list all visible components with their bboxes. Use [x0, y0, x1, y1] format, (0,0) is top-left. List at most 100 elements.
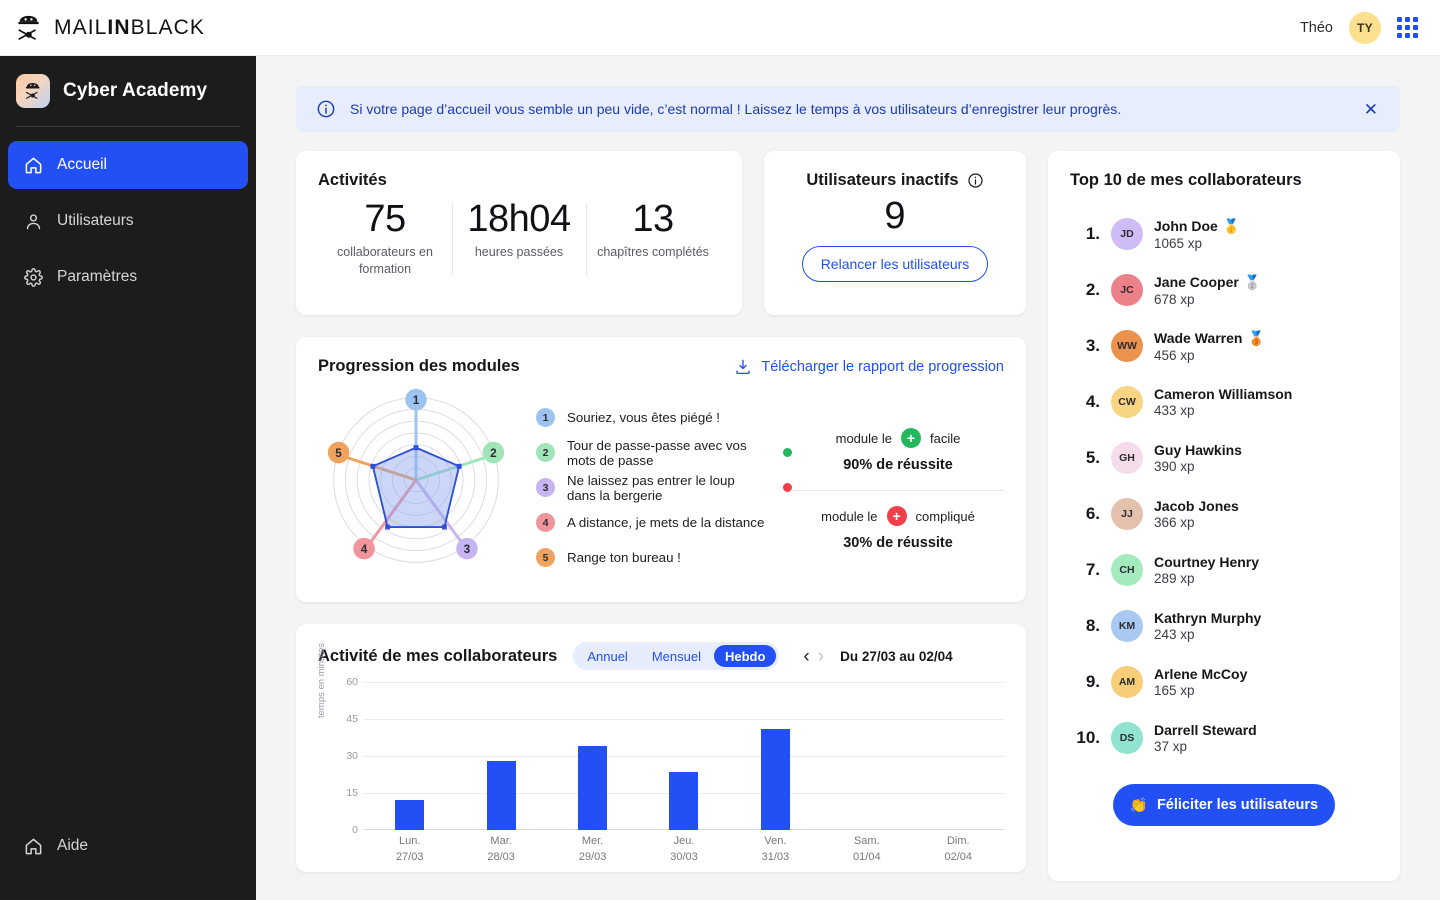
bar-jeu[interactable]: [669, 772, 699, 830]
rank-name-row: Darrell Steward: [1154, 722, 1257, 738]
legend-item: 1 Souriez, vous êtes piégé !: [536, 404, 792, 431]
sidebar-nav: Accueil Utilisateurs Paramètres: [0, 127, 256, 301]
download-report-link[interactable]: Télécharger le rapport de progression: [734, 358, 1004, 376]
modules-body: 1 2 3 4 5 1 Souriez, vous êtes piégé ! 2…: [318, 382, 1004, 583]
grid-apps-icon[interactable]: [1397, 17, 1418, 38]
stat-value: 75: [364, 198, 406, 240]
bar-column: [455, 682, 546, 830]
y-tick-15: 15: [346, 787, 358, 799]
period-annuel[interactable]: Annuel: [576, 645, 638, 667]
x-label-day: Ven.: [764, 835, 787, 847]
avatar: JJ: [1111, 498, 1143, 530]
rank-name-row: Guy Hawkins: [1154, 442, 1242, 458]
banner-text: Si votre page d’accueil vous semble un p…: [350, 101, 1122, 117]
rank-number: 2.: [1085, 280, 1100, 299]
xp-value: 289 xp: [1154, 571, 1195, 586]
list-item[interactable]: 8. KM Kathryn Murphy 243 xp: [1070, 598, 1378, 654]
bar-mar[interactable]: [486, 760, 516, 830]
hardest-module-row: module le + compliqué: [792, 506, 1004, 526]
bar-lun[interactable]: [395, 800, 425, 830]
collaborator-name: Cameron Williamson: [1154, 386, 1293, 402]
x-label: Ven. 31/03: [730, 834, 821, 866]
difficulty-divider: [792, 490, 1004, 491]
list-item[interactable]: 3. WW Wade Warren 🥉 456 xp: [1070, 318, 1378, 374]
user-avatar[interactable]: TY: [1349, 11, 1381, 44]
easiest-prefix: module le: [835, 430, 892, 446]
legend-badge: 3: [536, 478, 555, 497]
xp-value: 165 xp: [1154, 683, 1195, 698]
list-item[interactable]: 1. JD John Doe 🥇 1065 xp: [1070, 206, 1378, 262]
main-content: Si votre page d’accueil vous semble un p…: [256, 56, 1440, 900]
sidebar-item-aide[interactable]: Aide: [8, 822, 248, 870]
x-label: Lun. 27/03: [364, 834, 455, 866]
x-label: Mar. 28/03: [455, 834, 546, 866]
legend-item: 3 Ne laissez pas entrer le loup dans la …: [536, 473, 792, 503]
collaborator-name: Jane Cooper: [1154, 274, 1239, 290]
rank-number: 1.: [1085, 224, 1100, 243]
radar-data-polygon: [371, 446, 461, 528]
relancer-utilisateurs-button[interactable]: Relancer les utilisateurs: [801, 246, 989, 283]
chart-plot-area: 60 45 30 15 0: [346, 676, 1004, 836]
x-label: Dim. 02/04: [913, 834, 1004, 866]
legend-badge: 2: [536, 443, 555, 462]
rank-name-row: Arlene McCoy: [1154, 666, 1247, 682]
home-icon: [25, 838, 42, 854]
stat-label: collaborateurs en formation: [337, 244, 433, 277]
bar-column: [730, 682, 821, 830]
bar-ven[interactable]: [760, 728, 790, 830]
period-hebdo[interactable]: Hebdo: [713, 645, 777, 667]
list-item[interactable]: 6. JJ Jacob Jones 366 xp: [1070, 486, 1378, 542]
rank-name-row: Jacob Jones: [1154, 498, 1239, 514]
legend-label: Souriez, vous êtes piégé !: [567, 410, 721, 425]
cyber-academy-icon: [16, 74, 50, 108]
pirate-badge-icon: [25, 82, 40, 100]
y-tick-60: 60: [346, 676, 358, 688]
plus-icon: +: [901, 428, 921, 448]
close-icon[interactable]: ✕: [1360, 97, 1382, 122]
x-label-date: 30/03: [670, 850, 698, 863]
period-mensuel[interactable]: Mensuel: [641, 645, 712, 667]
rank-name-row: Wade Warren 🥉: [1154, 330, 1265, 347]
list-item[interactable]: 10. DS Darrell Steward 37 xp: [1070, 710, 1378, 766]
list-item[interactable]: 4. CW Cameron Williamson 433 xp: [1070, 374, 1378, 430]
stat-chapitres: 13 chapîtres complétés: [586, 198, 720, 279]
list-item[interactable]: 9. AM Arlene McCoy 165 xp: [1070, 654, 1378, 710]
info-icon[interactable]: [967, 172, 984, 189]
x-label-day: Mer.: [581, 835, 604, 847]
sidebar-item-accueil[interactable]: Accueil: [8, 141, 248, 189]
list-item[interactable]: 2. JC Jane Cooper 🥈 678 xp: [1070, 262, 1378, 318]
avatar: GH: [1111, 442, 1143, 474]
radar-chart-svg: 1 2 3 4 5: [327, 388, 505, 563]
bar-column: [547, 682, 638, 830]
top-bar-right: Théo TY: [1300, 11, 1440, 44]
legend-badge: 4: [536, 513, 555, 532]
sidebar-item-parametres[interactable]: Paramètres: [8, 253, 248, 301]
bar-column: [821, 682, 912, 830]
x-label: Mer. 29/03: [547, 834, 638, 866]
bar-column: [364, 682, 455, 830]
inactive-users-header: Utilisateurs inactifs: [786, 171, 1004, 190]
chevron-left-icon[interactable]: ‹: [803, 647, 809, 666]
list-item[interactable]: 7. CH Courtney Henry 289 xp: [1070, 542, 1378, 598]
xp-value: 1065 xp: [1154, 235, 1203, 251]
legend-item: 4 A distance, je mets de la distance: [536, 509, 792, 536]
bar-mer[interactable]: [578, 746, 608, 830]
feliciter-utilisateurs-button[interactable]: 👏 Féliciter les utilisateurs: [1113, 784, 1335, 826]
stat-value: 18h04: [467, 198, 571, 240]
rank-name-row: Courtney Henry: [1154, 554, 1259, 570]
top10-title: Top 10 de mes collaborateurs: [1070, 171, 1302, 189]
activity-chart-card: Activité de mes collaborateurs Annuel Me…: [296, 624, 1026, 872]
svg-text:1: 1: [413, 394, 420, 407]
medal-icon: 🥈: [1243, 273, 1262, 290]
xp-value: 433 xp: [1154, 403, 1195, 418]
chevron-right-icon[interactable]: ›: [818, 647, 824, 666]
list-item[interactable]: 5. GH Guy Hawkins 390 xp: [1070, 430, 1378, 486]
activity-chart-title: Activité de mes collaborateurs: [318, 646, 558, 665]
rank-number: 8.: [1085, 616, 1100, 635]
y-axis-title: temps en minutes: [316, 643, 327, 718]
easiest-score: 90% de réussite: [843, 457, 953, 473]
rank-number: 5.: [1085, 448, 1100, 467]
x-label-date: 31/03: [761, 850, 790, 863]
modules-legend: 1 Souriez, vous êtes piégé ! 2 Tour de p…: [514, 382, 792, 583]
sidebar-item-utilisateurs[interactable]: Utilisateurs: [8, 197, 248, 245]
